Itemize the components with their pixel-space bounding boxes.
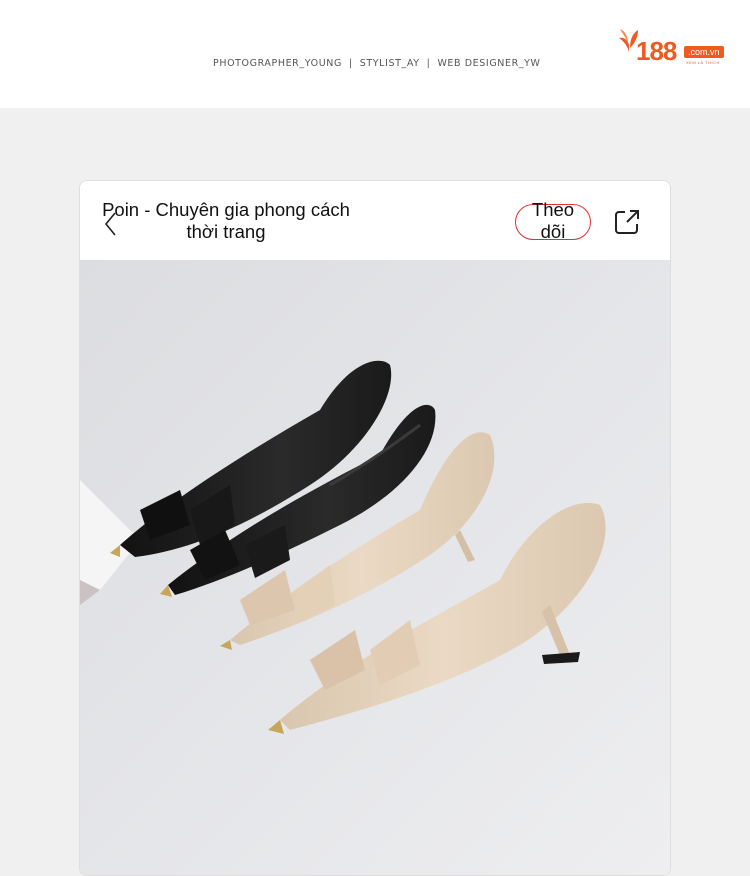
product-card: Poin - Chuyên gia phong cách thời trang …	[79, 180, 671, 876]
share-icon[interactable]	[612, 207, 642, 237]
credit-photographer: PHOTOGRAPHER_YOUNG	[213, 58, 342, 69]
follow-button-label[interactable]: Theo dõi	[520, 199, 586, 243]
card-header: Poin - Chuyên gia phong cách thời trang …	[80, 181, 670, 260]
page-title: Poin - Chuyên gia phong cách thời trang	[102, 199, 350, 242]
credit-designer: WEB DESIGNER_YW	[437, 58, 541, 69]
credit-separator: |	[426, 58, 431, 69]
logo-tagline: XEM LÀ THÍCH	[686, 60, 720, 65]
photo-credits: PHOTOGRAPHER_YOUNG | STYLIST_AY | WEB DESIGN…	[213, 58, 541, 69]
credit-separator: |	[348, 58, 353, 69]
logo-domain: .com.vn	[684, 46, 724, 58]
product-photo	[80, 260, 670, 875]
top-banner: PHOTOGRAPHER_YOUNG | STYLIST_AY | WEB DESIGN…	[0, 0, 750, 108]
logo-number: 188	[636, 36, 677, 66]
credit-stylist: STYLIST_AY	[359, 58, 420, 69]
brand-logo[interactable]: 188 .com.vn XEM LÀ THÍCH	[616, 26, 734, 72]
